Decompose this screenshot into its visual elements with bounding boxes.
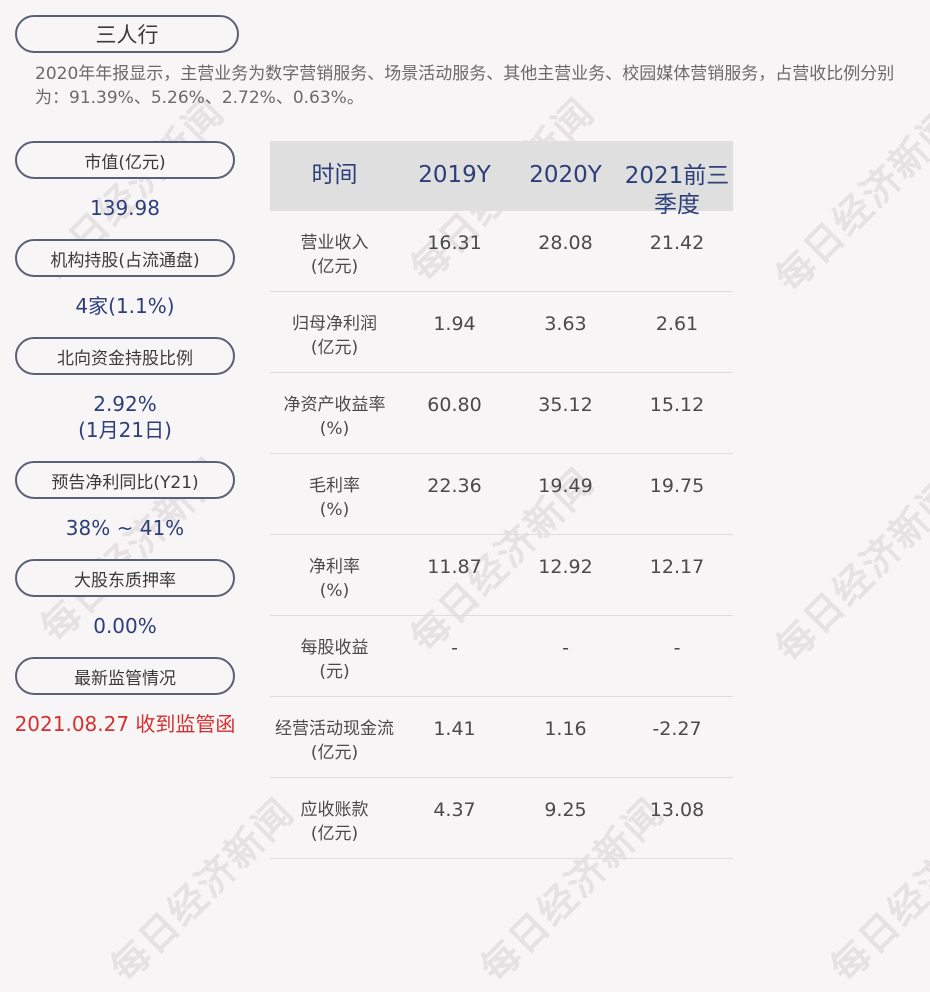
row-label-unit: (元) [319,662,350,682]
table-cell: 12.17 [649,556,705,578]
metric-label-northbound-holding: 北向资金持股比例 [15,337,235,375]
table-cell: - [673,637,681,659]
row-label: 经营活动现金流 (亿元) [270,697,399,777]
row-label-name: 经营活动现金流 [275,719,394,739]
table-cell: 60.80 [427,394,482,416]
table-row: 净资产收益率 (%) 60.80 35.12 15.12 [270,373,733,454]
table-row: 归母净利润 (亿元) 1.94 3.63 2.61 [270,292,733,373]
table-cell: 11.87 [427,556,482,578]
row-label-unit: (%) [319,419,350,439]
metric-value-northbound-holding: 2.92% [93,392,157,416]
row-label-unit: (亿元) [310,257,359,277]
header-2021-q3: 2021前三季度 [624,163,730,218]
watermark: 每日经济新闻 [767,99,930,301]
metric-value-market-cap: 139.98 [90,196,160,220]
financial-table: 时间 2019Y 2020Y 2021前三季度 营业收入 (亿元) 16.31 2… [270,141,733,859]
table-cell: 1.94 [433,313,476,335]
table-cell: 22.36 [427,475,482,497]
metric-label-profit-forecast: 预告净利同比(Y21) [15,461,235,499]
header-2020: 2020Y [529,162,602,188]
table-cell: 12.92 [538,556,593,578]
table-row: 营业收入 (亿元) 16.31 28.08 21.42 [270,211,733,292]
table-cell: -2.27 [652,718,702,740]
header-2019: 2019Y [418,162,491,188]
row-label-unit: (%) [319,581,350,601]
table-cell: 2.61 [655,313,699,335]
row-label: 应收账款 (亿元) [270,778,399,858]
metric-value-profit-forecast: 38% ~ 41% [65,516,185,540]
row-label-name: 每股收益 [300,638,369,658]
metric-label-institutional-holdings: 机构持股(占流通盘) [15,239,235,277]
row-label-unit: (%) [319,500,350,520]
company-name-badge: 三人行 [15,15,239,53]
table-cell: 19.49 [538,475,593,497]
watermark: 每日经济新闻 [767,469,930,671]
table-cell: - [562,637,569,659]
row-label: 净利率 (%) [270,535,399,615]
row-label: 净资产收益率 (%) [270,373,399,453]
row-label-unit: (亿元) [310,743,359,763]
row-label-name: 净利率 [309,557,360,577]
table-cell: 9.25 [544,799,587,821]
table-cell: 16.31 [427,232,482,254]
table-cell: 1.16 [544,718,587,740]
table-cell: 13.08 [649,799,705,821]
table-cell: - [451,637,458,659]
table-row: 毛利率 (%) 22.36 19.49 19.75 [270,454,733,535]
table-cell: 19.75 [649,475,705,497]
table-cell: 1.41 [433,718,476,740]
business-summary: 2020年年报显示，主营业务为数字营销服务、场景活动服务、其他主营业务、校园媒体… [35,64,895,108]
table-row: 每股收益 (元) - - - [270,616,733,697]
table-row: 应收账款 (亿元) 4.37 9.25 13.08 [270,778,733,859]
table-cell: 4.37 [433,799,476,821]
row-label-name: 净资产收益率 [283,395,386,415]
table-cell: 21.42 [649,232,705,254]
row-label: 毛利率 (%) [270,454,399,534]
row-label-name: 营业收入 [300,233,369,253]
metric-label-regulatory-status: 最新监管情况 [15,657,235,695]
metric-label-market-cap: 市值(亿元) [15,141,235,179]
table-cell: 28.08 [538,232,593,254]
table-row: 经营活动现金流 (亿元) 1.41 1.16 -2.27 [270,697,733,778]
table-cell: 35.12 [538,394,593,416]
table-cell: 15.12 [649,394,705,416]
row-label-name: 归母净利润 [292,314,377,334]
metric-value-northbound-date: (1月21日) [78,418,172,442]
row-label: 每股收益 (元) [270,616,399,696]
metric-value-institutional-holdings: 4家(1.1%) [75,294,175,318]
row-label-unit: (亿元) [310,824,359,844]
metric-value-pledge-ratio: 0.00% [93,614,157,638]
row-label-name: 应收账款 [300,800,369,820]
watermark: 每日经济新闻 [822,789,930,991]
table-header: 时间 2019Y 2020Y 2021前三季度 [270,141,733,218]
table-row: 净利率 (%) 11.87 12.92 12.17 [270,535,733,616]
row-label: 归母净利润 (亿元) [270,292,399,372]
row-label: 营业收入 (亿元) [270,211,399,291]
row-label-name: 毛利率 [309,476,360,496]
row-label-unit: (亿元) [310,338,359,358]
table-cell: 3.63 [544,313,587,335]
header-period: 时间 [311,162,358,188]
metric-label-pledge-ratio: 大股东质押率 [15,559,235,597]
metric-value-regulatory-status: 2021.08.27 收到监管函 [14,712,236,736]
